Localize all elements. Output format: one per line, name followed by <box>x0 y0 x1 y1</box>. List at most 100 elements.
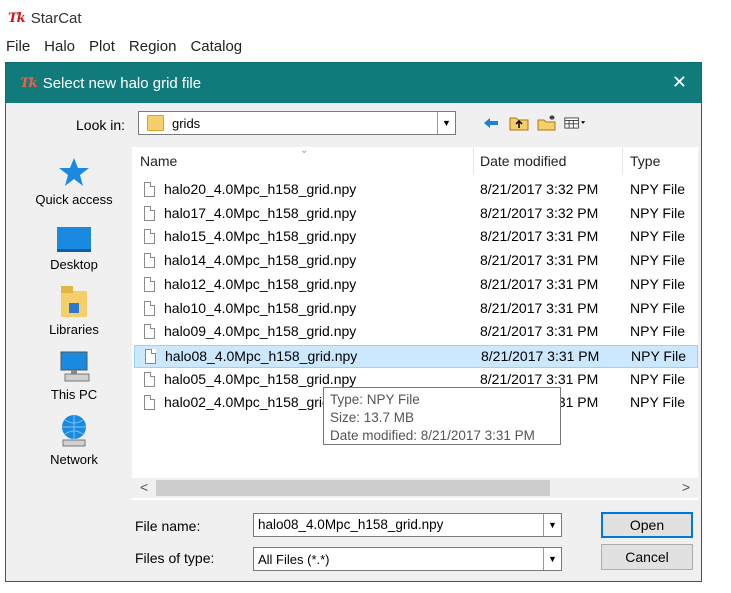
back-arrow-icon[interactable] <box>480 113 502 133</box>
file-type: NPY File <box>631 347 686 364</box>
look-in-combo[interactable]: grids ▼ <box>138 111 456 135</box>
desktop-icon <box>57 227 91 252</box>
file-icon <box>144 182 155 197</box>
file-date: 8/21/2017 3:31 PM <box>480 228 599 245</box>
place-label: Quick access <box>35 192 113 207</box>
tooltip-type: Type: NPY File <box>330 392 420 407</box>
place-label: Libraries <box>49 322 99 337</box>
file-name: halo15_4.0Mpc_h158_grid.npy <box>164 228 357 245</box>
file-row[interactable]: halo08_4.0Mpc_h158_grid.npy 8/21/2017 3:3… <box>134 344 698 368</box>
menu-region[interactable]: Region <box>122 38 184 60</box>
menubar: File Halo Plot Region Catalog <box>0 38 249 60</box>
file-type-select[interactable]: All Files (*.*) ▼ <box>253 547 562 571</box>
horizontal-scrollbar[interactable]: < > <box>132 478 698 498</box>
scroll-right-icon[interactable]: > <box>682 479 690 495</box>
file-type: NPY File <box>630 370 685 387</box>
app-titlebar: Tk StarCat <box>8 6 82 30</box>
tooltip-size: Size: 13.7 MB <box>330 410 415 425</box>
place-desktop[interactable]: Desktop <box>18 218 130 272</box>
chevron-down-icon[interactable]: ▼ <box>543 548 561 570</box>
file-type: NPY File <box>630 394 685 411</box>
menu-halo[interactable]: Halo <box>37 38 82 60</box>
scroll-left-icon[interactable]: < <box>140 479 148 495</box>
place-this-pc[interactable]: This PC <box>18 348 130 402</box>
file-name-label: File name: <box>135 518 201 534</box>
open-button[interactable]: Open <box>601 512 693 538</box>
file-row[interactable]: halo15_4.0Mpc_h158_grid.npy 8/21/2017 3:3… <box>134 226 698 249</box>
file-icon <box>144 205 155 221</box>
file-row[interactable]: halo17_4.0Mpc_h158_grid.npy 8/21/2017 3:3… <box>134 203 698 226</box>
tk-logo-icon: Tk <box>8 10 26 26</box>
place-quick-access[interactable]: Quick access <box>18 153 130 207</box>
dialog-titlebar[interactable]: Tk Select new halo grid file ✕ <box>6 63 701 103</box>
file-list[interactable]: ⌄ Name Date modified Type halo20_4.0Mpc_… <box>132 145 698 500</box>
file-name: halo12_4.0Mpc_h158_grid.npy <box>164 275 357 292</box>
sort-chevron-icon: ⌄ <box>300 145 309 156</box>
cancel-button[interactable]: Cancel <box>601 544 693 570</box>
file-date: 8/21/2017 3:32 PM <box>480 204 599 221</box>
column-header-type[interactable]: Type <box>630 147 660 175</box>
file-date: 8/21/2017 3:31 PM <box>480 252 599 269</box>
file-type: NPY File <box>630 252 685 269</box>
file-type: NPY File <box>630 275 685 292</box>
file-icon <box>144 300 155 316</box>
file-icon <box>144 229 155 245</box>
libraries-icon <box>61 286 87 317</box>
file-row[interactable]: halo10_4.0Mpc_h158_grid.npy 8/21/2017 3:3… <box>134 298 698 321</box>
file-row[interactable]: halo12_4.0Mpc_h158_grid.npy 8/21/2017 3:3… <box>134 274 698 297</box>
column-divider[interactable] <box>473 147 474 175</box>
file-name: halo20_4.0Mpc_h158_grid.npy <box>164 181 357 197</box>
file-icon <box>144 276 155 292</box>
file-name-input[interactable]: halo08_4.0Mpc_h158_grid.npy ▼ <box>253 513 562 537</box>
this-pc-icon <box>60 351 90 382</box>
up-folder-icon[interactable] <box>508 113 530 133</box>
file-name: halo05_4.0Mpc_h158_grid.npy <box>164 370 357 387</box>
file-type: NPY File <box>630 299 685 316</box>
file-date: 8/21/2017 3:31 PM <box>480 370 599 387</box>
place-libraries[interactable]: Libraries <box>18 283 130 337</box>
file-icon <box>145 348 156 364</box>
close-icon[interactable]: ✕ <box>672 71 687 93</box>
new-folder-icon[interactable] <box>536 113 558 133</box>
file-type-value: All Files (*.*) <box>258 552 330 567</box>
place-label: Desktop <box>50 257 98 272</box>
tk-logo-icon: Tk <box>20 75 38 91</box>
place-network[interactable]: Network <box>18 413 130 467</box>
view-menu-icon[interactable] <box>564 113 586 133</box>
network-icon <box>62 415 86 447</box>
app-title: StarCat <box>30 9 82 27</box>
dialog-title: Select new halo grid file <box>42 74 202 92</box>
file-type-label: Files of type: <box>135 550 215 566</box>
place-label: Network <box>50 452 98 467</box>
quick-access-star-icon <box>59 158 89 186</box>
file-row[interactable]: halo09_4.0Mpc_h158_grid.npy 8/21/2017 3:3… <box>134 321 698 344</box>
chevron-down-icon[interactable]: ▼ <box>543 514 561 536</box>
file-name: halo08_4.0Mpc_h158_grid.npy <box>165 347 358 364</box>
column-divider[interactable] <box>622 147 623 175</box>
file-icon <box>144 253 155 269</box>
file-row[interactable]: halo14_4.0Mpc_h158_grid.npy 8/21/2017 3:3… <box>134 250 698 273</box>
tooltip-date: Date modified: 8/21/2017 3:31 PM <box>330 428 535 443</box>
menu-catalog[interactable]: Catalog <box>183 38 249 60</box>
file-row[interactable]: halo20_4.0Mpc_h158_grid.npy 8/21/2017 3:3… <box>134 179 698 202</box>
chevron-down-icon[interactable]: ▼ <box>437 112 455 134</box>
file-date: 8/21/2017 3:31 PM <box>480 299 599 316</box>
place-label: This PC <box>50 387 98 402</box>
look-in-label: Look in: <box>76 117 126 133</box>
file-name: halo14_4.0Mpc_h158_grid.npy <box>164 252 357 269</box>
file-tooltip: Type: NPY File Size: 13.7 MB Date modifi… <box>323 387 561 445</box>
look-in-value: grids <box>172 115 201 131</box>
menu-plot[interactable]: Plot <box>82 38 122 60</box>
file-date: 8/21/2017 3:31 PM <box>480 275 599 292</box>
file-name: halo10_4.0Mpc_h158_grid.npy <box>164 299 357 316</box>
file-icon <box>144 324 155 340</box>
file-name-value: halo08_4.0Mpc_h158_grid.npy <box>258 517 444 532</box>
file-name: halo17_4.0Mpc_h158_grid.npy <box>164 204 357 221</box>
file-type: NPY File <box>630 228 685 245</box>
column-header-date[interactable]: Date modified <box>480 147 566 175</box>
folder-icon <box>147 115 164 131</box>
column-header-name[interactable]: Name <box>140 147 177 175</box>
scroll-thumb[interactable] <box>156 480 550 496</box>
file-type: NPY File <box>630 323 685 340</box>
menu-file[interactable]: File <box>0 38 37 60</box>
